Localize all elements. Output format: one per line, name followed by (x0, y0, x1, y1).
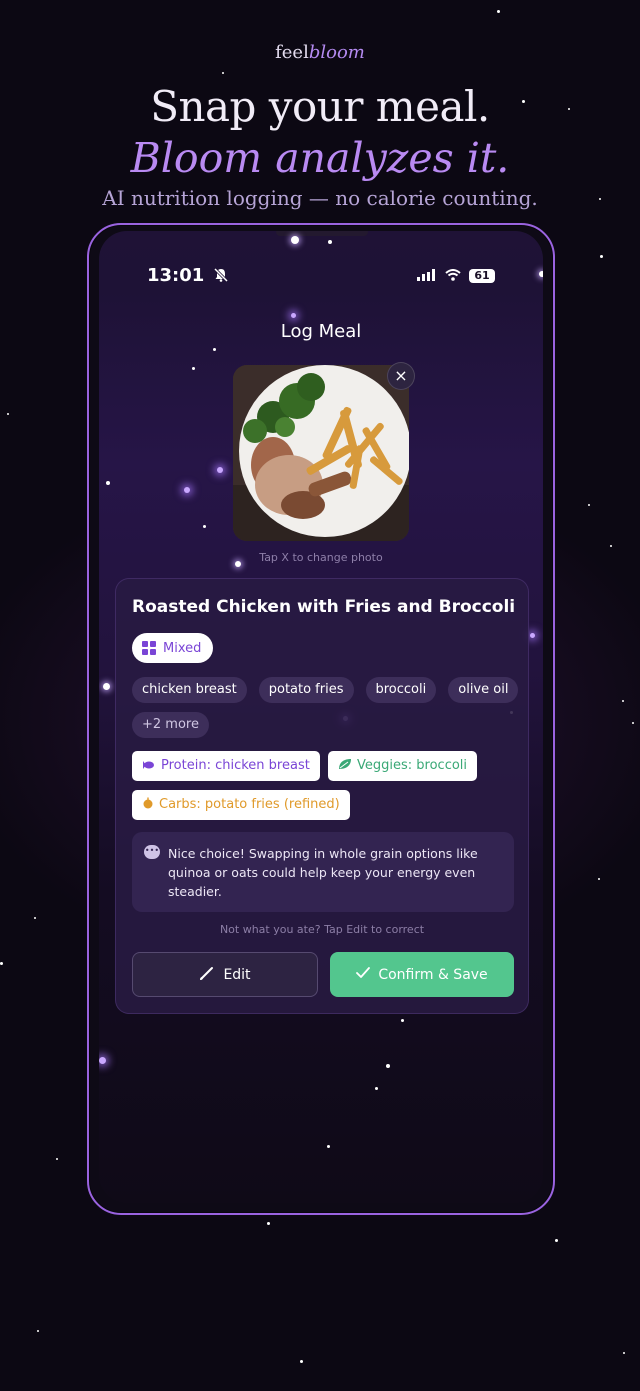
status-icons: 61 (417, 266, 495, 285)
carbs-tag-label: Carbs: potato fries (refined) (159, 797, 340, 812)
confirm-save-button[interactable]: Confirm & Save (330, 952, 514, 997)
signal-icon (417, 266, 437, 285)
ingredient-chip[interactable]: potato fries (258, 677, 354, 703)
edit-button[interactable]: Edit (132, 952, 318, 997)
star-decoration (623, 1352, 625, 1354)
screen-title: Log Meal (280, 321, 362, 342)
star-decoration (213, 348, 216, 351)
app-store-screenshot: feelbloom Snap your meal. Bloom analyzes… (0, 0, 640, 1391)
ingredient-list-more: +2 more (132, 712, 209, 738)
star-decoration (375, 1087, 378, 1090)
star-decoration (622, 700, 624, 702)
star-decoration (497, 10, 500, 13)
star-decoration (401, 1019, 404, 1022)
leaf-icon (338, 751, 352, 781)
meal-analysis-card: Roasted Chicken with Fries and Broccoli … (115, 578, 529, 1014)
pencil-icon (199, 965, 215, 985)
star-decoration (192, 367, 195, 370)
star-decoration (267, 1222, 270, 1225)
star-decoration (588, 504, 590, 506)
veggies-tag: Veggies: broccoli (328, 751, 478, 781)
star-decoration (56, 1158, 58, 1160)
star-decoration (328, 240, 332, 244)
edit-button-label: Edit (223, 966, 251, 983)
protein-tag-label: Protein: chicken breast (161, 758, 310, 773)
dynamic-island (276, 231, 368, 236)
star-decoration (217, 467, 223, 473)
remove-photo-button[interactable]: × (387, 362, 415, 390)
status-time: 13:01 (147, 265, 228, 287)
wifi-icon (445, 266, 461, 285)
brand-part-bloom: bloom (308, 42, 365, 63)
star-decoration (539, 271, 543, 277)
status-time-text: 13:01 (147, 265, 205, 286)
meal-category-label: Mixed (163, 640, 202, 656)
ai-tip-box: ••• Nice choice! Swapping in whole grain… (132, 832, 514, 912)
star-decoration (386, 1064, 390, 1068)
meal-photo (233, 365, 409, 541)
star-decoration (103, 683, 110, 690)
chat-bubble-icon: ••• (144, 845, 160, 859)
grain-icon (142, 790, 154, 820)
tagline: AI nutrition logging — no calorie counti… (102, 186, 538, 210)
star-decoration (106, 481, 110, 485)
ingredient-chip[interactable]: chicken breast (132, 677, 247, 703)
star-decoration (99, 1057, 106, 1064)
star-decoration (327, 1145, 330, 1148)
star-decoration (632, 722, 634, 724)
star-decoration (0, 962, 3, 965)
star-decoration (300, 1360, 303, 1363)
star-decoration (598, 878, 600, 880)
more-ingredients-chip[interactable]: +2 more (132, 712, 209, 738)
phone-screen: 13:01 61 Log Meal × Tap X to change phot… (99, 231, 543, 1203)
close-icon: × (394, 366, 408, 385)
headline: Snap your meal. (150, 82, 490, 131)
star-decoration (222, 72, 224, 74)
battery-indicator: 61 (469, 268, 495, 283)
grid-icon (142, 641, 156, 655)
phone-frame: 13:01 61 Log Meal × Tap X to change phot… (87, 223, 555, 1215)
brand-part-feel: feel (275, 42, 309, 63)
star-decoration (600, 255, 603, 258)
bell-muted-icon (213, 266, 228, 287)
headline-accent: Bloom analyzes it. (130, 134, 510, 182)
star-decoration (291, 236, 299, 244)
fish-icon (142, 751, 156, 781)
brand-logo: feelbloom (0, 42, 640, 63)
ingredient-list: chicken breast potato fries broccoli oli… (132, 677, 519, 703)
ingredient-chip[interactable]: broccoli (365, 677, 437, 703)
star-decoration (184, 487, 190, 493)
star-decoration (203, 525, 206, 528)
meal-category-chip[interactable]: Mixed (132, 633, 214, 663)
star-decoration (610, 545, 612, 547)
photo-hint: Tap X to change photo (259, 551, 383, 564)
ingredient-chip[interactable]: olive oil (448, 677, 519, 703)
star-decoration (291, 313, 296, 318)
protein-tag: Protein: chicken breast (132, 751, 320, 781)
star-decoration (530, 633, 535, 638)
star-decoration (555, 1239, 558, 1242)
meal-name: Roasted Chicken with Fries and Broccoli (132, 597, 516, 617)
carbs-tag: Carbs: potato fries (refined) (132, 790, 350, 820)
star-decoration (7, 413, 9, 415)
confirm-save-label: Confirm & Save (378, 966, 488, 983)
star-decoration (37, 1330, 39, 1332)
veggies-tag-label: Veggies: broccoli (357, 758, 468, 773)
ai-tip-text: Nice choice! Swapping in whole grain opt… (168, 846, 478, 899)
correction-hint: Not what you ate? Tap Edit to correct (219, 923, 425, 936)
star-decoration (34, 917, 36, 919)
check-icon (356, 966, 371, 983)
